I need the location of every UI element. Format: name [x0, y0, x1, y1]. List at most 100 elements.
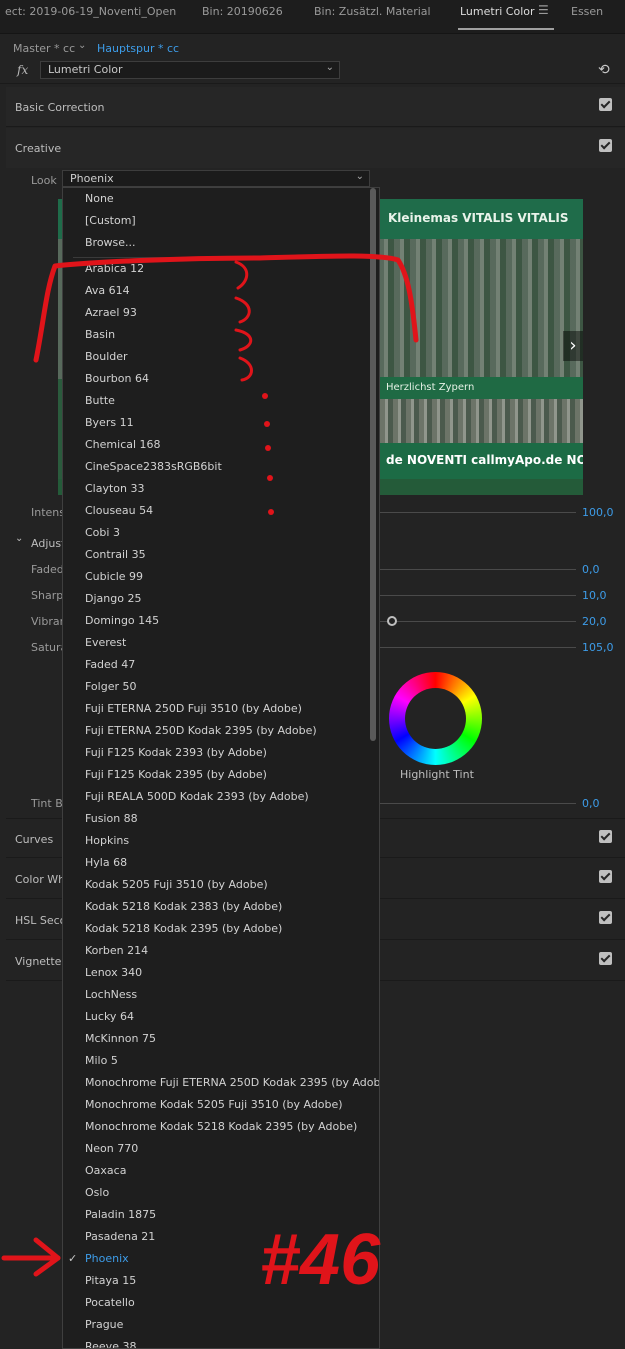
- highlight-tint-wheel[interactable]: [389, 672, 482, 765]
- fx-icon[interactable]: fx: [17, 63, 28, 77]
- color-wheels-checkbox[interactable]: [599, 870, 612, 883]
- basic-correction-checkbox[interactable]: [599, 98, 612, 111]
- look-option[interactable]: Fusion 88: [85, 808, 138, 830]
- look-select[interactable]: Phoenix ⌄: [62, 170, 370, 187]
- dropdown-scrollbar[interactable]: [370, 188, 376, 741]
- look-option[interactable]: CineSpace2383sRGB6bit: [85, 456, 222, 478]
- annotation-arrow-head: [33, 1237, 61, 1277]
- look-option[interactable]: Boulder: [85, 346, 128, 368]
- faded-film-label: Faded: [31, 563, 64, 576]
- look-option[interactable]: Cubicle 99: [85, 566, 143, 588]
- look-option[interactable]: Clayton 33: [85, 478, 145, 500]
- sharpen-slider[interactable]: [380, 595, 576, 596]
- sequence-clip-label[interactable]: Hauptspur * cc: [97, 42, 179, 55]
- creative-checkbox[interactable]: [599, 139, 612, 152]
- master-clip-label[interactable]: Master * cc: [13, 42, 75, 55]
- section-basic-correction[interactable]: Basic Correction: [6, 87, 625, 127]
- look-option[interactable]: Monochrome Kodak 5218 Kodak 2395 (by Ado…: [85, 1116, 357, 1138]
- look-option[interactable]: Chemical 168: [85, 434, 161, 456]
- look-option[interactable]: Domingo 145: [85, 610, 159, 632]
- curves-checkbox[interactable]: [599, 830, 612, 843]
- look-option[interactable]: Folger 50: [85, 676, 137, 698]
- look-option[interactable]: Browse...: [85, 232, 136, 254]
- hsl-checkbox[interactable]: [599, 911, 612, 924]
- look-option[interactable]: McKinnon 75: [85, 1028, 156, 1050]
- vibrance-value[interactable]: 20,0: [582, 615, 607, 628]
- look-option[interactable]: Django 25: [85, 588, 141, 610]
- effect-row: fx Lumetri Color ⌄ ⟲: [0, 60, 625, 84]
- tab-essential[interactable]: Essen: [571, 5, 603, 18]
- look-option[interactable]: Korben 214: [85, 940, 148, 962]
- look-option[interactable]: Arabica 12: [85, 258, 144, 280]
- look-option[interactable]: Kodak 5218 Kodak 2383 (by Adobe): [85, 896, 282, 918]
- effect-select[interactable]: Lumetri Color ⌄: [40, 61, 340, 79]
- look-option[interactable]: LochNess: [85, 984, 137, 1006]
- look-option[interactable]: Pocatello: [85, 1292, 135, 1314]
- look-option[interactable]: Faded 47: [85, 654, 135, 676]
- look-option[interactable]: Monochrome Fuji ETERNA 250D Kodak 2395 (…: [85, 1072, 379, 1094]
- chevron-down-icon[interactable]: ⌄: [15, 533, 23, 544]
- reset-icon[interactable]: ⟲: [598, 62, 610, 78]
- saturation-value[interactable]: 105,0: [582, 641, 614, 654]
- look-option[interactable]: Everest: [85, 632, 126, 654]
- look-option[interactable]: Hopkins: [85, 830, 129, 852]
- look-option[interactable]: Bourbon 64: [85, 368, 149, 390]
- look-option[interactable]: Pasadena 21: [85, 1226, 155, 1248]
- look-option[interactable]: Cobi 3: [85, 522, 120, 544]
- look-option[interactable]: Lucky 64: [85, 1006, 134, 1028]
- look-option[interactable]: Azrael 93: [85, 302, 137, 324]
- look-option[interactable]: Kodak 5205 Fuji 3510 (by Adobe): [85, 874, 268, 896]
- look-option[interactable]: Fuji F125 Kodak 2395 (by Adobe): [85, 764, 267, 786]
- look-option[interactable]: Oaxaca: [85, 1160, 126, 1182]
- faded-film-slider[interactable]: [380, 569, 576, 570]
- chevron-down-icon[interactable]: ⌄: [78, 40, 86, 51]
- look-option[interactable]: Lenox 340: [85, 962, 142, 984]
- tint-balance-value[interactable]: 0,0: [582, 797, 600, 810]
- chevron-right-icon[interactable]: ›: [563, 331, 583, 361]
- intensity-value[interactable]: 100,0: [582, 506, 614, 519]
- section-creative[interactable]: Creative: [6, 128, 625, 168]
- look-option[interactable]: Neon 770: [85, 1138, 138, 1160]
- look-option[interactable]: Fuji ETERNA 250D Fuji 3510 (by Adobe): [85, 698, 302, 720]
- tab-project[interactable]: ect: 2019-06-19_Noventi_Open: [5, 5, 176, 18]
- section-title: Vignette: [15, 955, 62, 968]
- saturation-slider[interactable]: [380, 647, 576, 648]
- look-option[interactable]: Oslo: [85, 1182, 109, 1204]
- sharpen-value[interactable]: 10,0: [582, 589, 607, 602]
- look-option[interactable]: Paladin 1875: [85, 1204, 156, 1226]
- vibrance-slider-handle[interactable]: [387, 616, 397, 626]
- look-option[interactable]: Clouseau 54: [85, 500, 153, 522]
- look-option[interactable]: Reeve 38: [85, 1336, 136, 1348]
- look-select-value: Phoenix: [70, 172, 114, 185]
- tab-bin-20190626[interactable]: Bin: 20190626: [202, 5, 283, 18]
- section-title: Basic Correction: [15, 101, 105, 114]
- vignette-checkbox[interactable]: [599, 952, 612, 965]
- intensity-slider[interactable]: [380, 512, 576, 513]
- look-option[interactable]: Monochrome Kodak 5205 Fuji 3510 (by Adob…: [85, 1094, 343, 1116]
- look-option[interactable]: Kodak 5218 Kodak 2395 (by Adobe): [85, 918, 282, 940]
- checkmark-icon: ✓: [68, 1252, 78, 1265]
- look-option-selected[interactable]: Phoenix: [85, 1248, 129, 1270]
- look-option[interactable]: Basin: [85, 324, 115, 346]
- look-option[interactable]: Ava 614: [85, 280, 130, 302]
- faded-film-value[interactable]: 0,0: [582, 563, 600, 576]
- look-option[interactable]: Contrail 35: [85, 544, 146, 566]
- tint-balance-slider[interactable]: [380, 803, 576, 804]
- tab-bin-material[interactable]: Bin: Zusätzl. Material: [314, 5, 431, 18]
- tab-lumetri-color[interactable]: Lumetri Color: [460, 5, 535, 18]
- look-option[interactable]: Byers 11: [85, 412, 134, 434]
- look-option[interactable]: Fuji F125 Kodak 2393 (by Adobe): [85, 742, 267, 764]
- look-option[interactable]: Milo 5: [85, 1050, 118, 1072]
- look-option[interactable]: Pitaya 15: [85, 1270, 136, 1292]
- look-option[interactable]: [Custom]: [85, 210, 136, 232]
- look-option[interactable]: Butte: [85, 390, 115, 412]
- look-option[interactable]: None: [85, 188, 114, 210]
- look-option[interactable]: Fuji REALA 500D Kodak 2393 (by Adobe): [85, 786, 309, 808]
- look-option[interactable]: Prague: [85, 1314, 123, 1336]
- vibrance-slider[interactable]: [380, 621, 576, 622]
- adjustments-label[interactable]: Adjust: [31, 537, 65, 550]
- look-dropdown-list[interactable]: None [Custom] Browse... Arabica 12 Ava 61…: [62, 187, 380, 1349]
- hamburger-menu-icon[interactable]: ☰: [538, 3, 549, 17]
- look-option[interactable]: Fuji ETERNA 250D Kodak 2395 (by Adobe): [85, 720, 317, 742]
- look-option[interactable]: Hyla 68: [85, 852, 127, 874]
